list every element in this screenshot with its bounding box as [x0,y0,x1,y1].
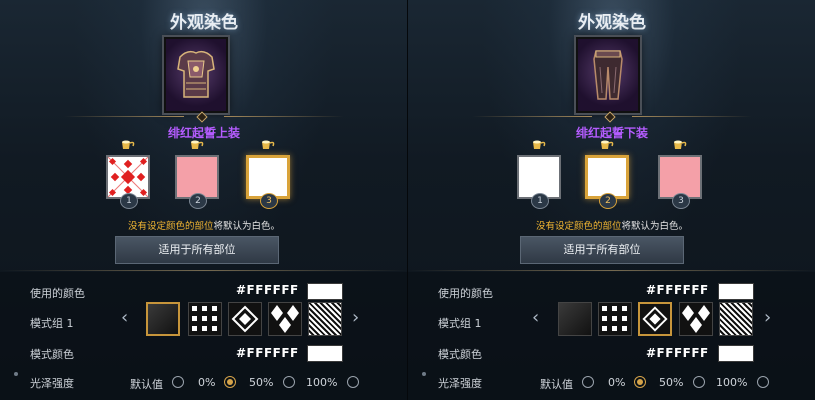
argyle-pattern-icon [682,305,710,333]
grid-pattern-icon [192,306,217,331]
slot-number: 3 [672,193,690,209]
dye-bucket-icon [674,140,687,149]
slot-number: 2 [599,193,617,209]
pattern-option-2[interactable] [598,302,632,336]
pattern-swatch-icon [107,156,149,198]
pattern-option-3[interactable] [228,302,262,336]
pattern-color-value[interactable]: #FFFFFF [236,346,299,360]
gloss-option-default: 默认值 [540,378,573,391]
color-used-label: 使用的颜色 [30,287,85,300]
gloss-radio-default[interactable] [582,376,594,388]
gloss-bullet [422,372,426,376]
pattern-color-label: 模式颜色 [438,348,482,361]
slot-number: 3 [260,193,278,209]
default-color-notice: 没有设定颜色的部位将默认为白色。 [0,218,408,232]
title-ornament [472,111,752,123]
pattern-option-2[interactable] [188,302,222,336]
pattern-option-5[interactable] [308,302,342,336]
slot-number: 2 [189,193,207,209]
pattern-next-arrow-icon[interactable]: › [352,307,359,328]
gloss-radio-default[interactable] [172,376,184,388]
panel-title: 外观染色 [578,13,646,33]
dye-bucket-icon [601,140,614,149]
notice-highlight: 没有设定颜色的部位 [127,221,214,232]
armor-top-icon [177,50,215,98]
dye-bucket-icon [122,140,135,149]
dye-bucket-icon [191,140,204,149]
gloss-option-0: 0% [198,376,216,389]
gloss-radio-0[interactable] [634,376,646,388]
pattern-group-label: 模式组 1 [30,317,74,330]
default-color-notice: 没有设定颜色的部位将默认为白色。 [408,218,815,232]
pattern-color-swatch[interactable] [307,345,343,362]
color-used-swatch[interactable] [307,283,343,300]
gloss-option-100: 100% [306,376,338,389]
pattern-option-4[interactable] [679,302,713,336]
gloss-label: 光泽强度 [438,377,482,390]
title-ornament [64,111,344,123]
dye-bucket-icon [533,140,546,149]
grid-pattern-icon [602,306,627,331]
panel-title: 外观染色 [170,13,238,33]
color-slot-1[interactable]: 1 [517,140,561,209]
pattern-group-label: 模式组 1 [438,317,482,330]
gloss-radio-0[interactable] [224,376,236,388]
section-divider [0,270,408,271]
gloss-option-default: 默认值 [130,378,163,391]
gloss-option-0: 0% [608,376,626,389]
diamond-pattern-icon [642,306,668,332]
color-used-value[interactable]: #FFFFFF [646,283,709,297]
notice-text: 将默认为白色。 [213,221,281,232]
notice-highlight: 没有设定颜色的部位 [535,221,622,232]
apply-all-parts-button[interactable]: 适用于所有部位 [115,236,279,264]
gloss-radio-50[interactable] [283,376,295,388]
armor-pants-icon [593,50,623,100]
gloss-option-50: 50% [249,376,274,389]
gloss-radio-100[interactable] [757,376,769,388]
slot-number: 1 [120,193,138,209]
color-slot-3[interactable]: 3 [246,140,290,209]
gloss-option-50: 50% [659,376,684,389]
color-slot-2[interactable]: 2 [175,140,219,209]
color-slot-1[interactable]: 1 [106,140,150,209]
pattern-next-arrow-icon[interactable]: › [764,307,771,328]
pattern-option-1[interactable] [558,302,592,336]
gloss-option-100: 100% [716,376,748,389]
pattern-option-4[interactable] [268,302,302,336]
item-portrait [576,37,640,113]
gloss-label: 光泽强度 [30,377,74,390]
gloss-radio-50[interactable] [693,376,705,388]
pattern-option-1[interactable] [146,302,180,336]
apply-all-parts-button[interactable]: 适用于所有部位 [520,236,684,264]
pattern-color-value[interactable]: #FFFFFF [646,346,709,360]
pattern-option-3[interactable] [638,302,672,336]
diamond-pattern-icon [231,305,259,333]
color-slot-3[interactable]: 3 [658,140,702,209]
color-slot-2[interactable]: 2 [585,140,629,209]
color-used-value[interactable]: #FFFFFF [236,283,299,297]
color-used-swatch[interactable] [718,283,754,300]
dye-bucket-icon [262,140,275,149]
pattern-color-label: 模式颜色 [30,348,74,361]
pattern-prev-arrow-icon[interactable]: ‹ [121,307,128,328]
slot-number: 1 [531,193,549,209]
color-used-label: 使用的颜色 [438,287,493,300]
pattern-color-swatch[interactable] [718,345,754,362]
dye-panel-bottom: 外观染色 绯红起誓下装 1 2 3 没有设定颜色的部位将默认为白色。 适用于所有… [408,0,815,400]
item-portrait [164,37,228,113]
pattern-option-5[interactable] [719,302,753,336]
argyle-pattern-icon [271,305,299,333]
gloss-radio-100[interactable] [347,376,359,388]
pattern-prev-arrow-icon[interactable]: ‹ [532,307,539,328]
dye-panel-top: 外观染色 绯红起誓上装 1 2 3 没有设定颜色的部位将默认为白色。 适用于所有… [0,0,408,400]
gloss-bullet [14,372,18,376]
notice-text: 将默认为白色。 [621,221,689,232]
section-divider [408,270,815,271]
